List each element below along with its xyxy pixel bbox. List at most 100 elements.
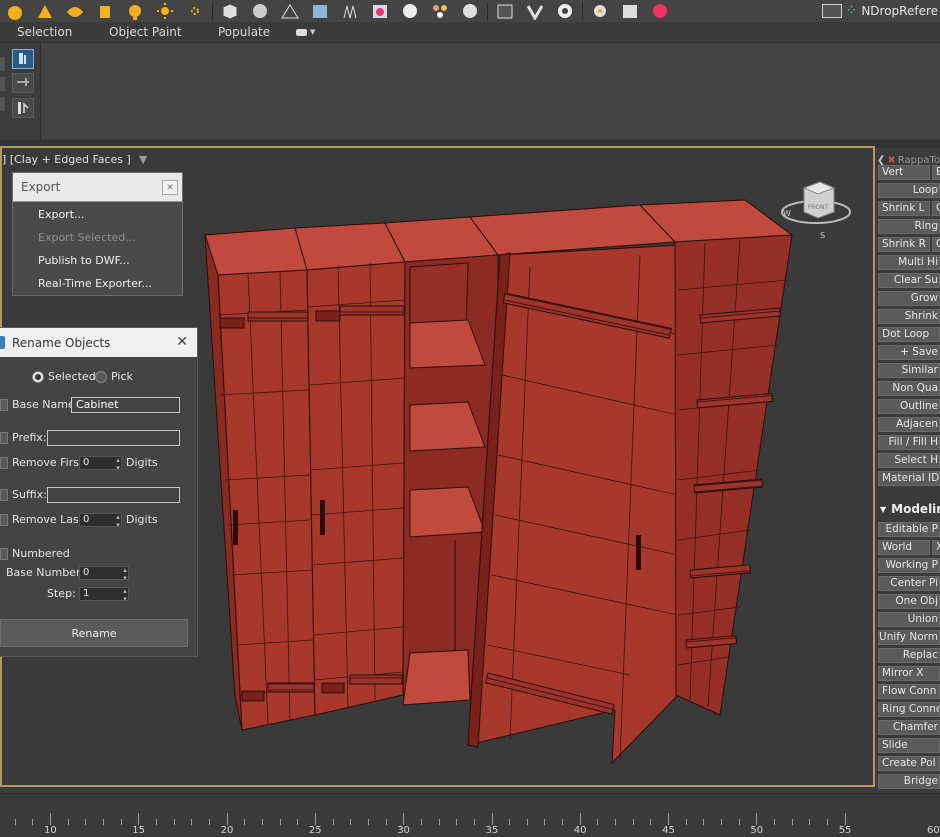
vray-icon[interactable] bbox=[490, 0, 520, 22]
rp-button-vert[interactable]: Vert bbox=[878, 165, 930, 180]
remove-last-spinner[interactable]: 0 bbox=[79, 513, 122, 529]
ndrop-reference[interactable]: ⁘ NDropRefere bbox=[821, 0, 940, 22]
radio-dot-icon[interactable] bbox=[95, 370, 107, 383]
rp-button-working-p[interactable]: Working P bbox=[878, 558, 940, 573]
settings-icon[interactable] bbox=[550, 0, 580, 22]
rp-button-secondary[interactable]: Edge bbox=[932, 165, 940, 180]
close-icon[interactable]: ✕ bbox=[176, 334, 188, 350]
prefix-checkbox[interactable] bbox=[0, 431, 8, 444]
remove-first-checkbox[interactable] bbox=[0, 456, 8, 469]
rp-button-one-obj[interactable]: One Obj bbox=[878, 594, 940, 609]
material-icon[interactable] bbox=[455, 0, 485, 22]
rp-button-editable-p[interactable]: Editable P bbox=[878, 522, 940, 537]
light-icon[interactable] bbox=[30, 0, 60, 22]
numbered-checkbox[interactable] bbox=[0, 547, 8, 560]
radio-pick[interactable]: Pick bbox=[95, 370, 133, 383]
rp-button-non-qua[interactable]: Non Qua bbox=[878, 381, 940, 396]
render-icon[interactable] bbox=[615, 0, 645, 22]
rp-button-center-pi[interactable]: Center Pi bbox=[878, 576, 940, 591]
timeline-ruler[interactable]: 10 15 20 25 30 35 40 45 50 55 60 bbox=[0, 793, 940, 837]
cabinet-model[interactable] bbox=[200, 195, 800, 770]
suffix-checkbox[interactable] bbox=[0, 488, 8, 501]
sphere-shade-icon[interactable] bbox=[395, 0, 425, 22]
remove-last-checkbox[interactable] bbox=[0, 513, 8, 526]
rp-button-unify-norm[interactable]: Unify Norm bbox=[878, 630, 940, 645]
rp-button-chamfer[interactable]: Chamfer bbox=[878, 720, 940, 735]
rp-button-secondary[interactable]: X bbox=[932, 540, 940, 555]
rp-button-ring-connect[interactable]: Ring Connect bbox=[878, 702, 940, 717]
ribbon-toggle-button[interactable]: ▼ bbox=[296, 26, 322, 38]
rp-button-select-h[interactable]: Select H bbox=[878, 453, 940, 468]
sphere-icon[interactable] bbox=[0, 0, 30, 22]
menu-item-publish-dwf[interactable]: Publish to DWF... bbox=[13, 249, 182, 272]
step-spinner[interactable]: 1 bbox=[79, 587, 129, 603]
rp-button-create-pol[interactable]: Create Pol bbox=[878, 756, 940, 771]
rp-button-secondary[interactable]: G bbox=[932, 201, 940, 216]
rp-button-adjacen[interactable]: Adjacen bbox=[878, 417, 940, 432]
rp-button-grow[interactable]: Grow bbox=[878, 291, 940, 306]
rp-button--save[interactable]: + Save bbox=[878, 345, 940, 360]
sun-light-icon[interactable] bbox=[150, 0, 180, 22]
rp-button-clear-su[interactable]: Clear Su bbox=[878, 273, 940, 288]
rp-button-secondary[interactable]: G bbox=[932, 237, 940, 252]
modeling-section-header[interactable]: ▼ Modeling bbox=[877, 500, 940, 518]
gear-icon[interactable] bbox=[585, 0, 615, 22]
base-name-checkbox[interactable] bbox=[0, 398, 8, 411]
rp-button-mirror-x[interactable]: Mirror X bbox=[878, 666, 940, 681]
tab-selection[interactable]: Selection bbox=[17, 25, 72, 39]
rp-button-similar[interactable]: Similar bbox=[878, 363, 940, 378]
particles-icon[interactable] bbox=[425, 0, 455, 22]
rp-button-flow-conn[interactable]: Flow Conn bbox=[878, 684, 940, 699]
rp-button-bridge[interactable]: Bridge bbox=[878, 774, 940, 789]
radio-dot-icon[interactable] bbox=[32, 370, 44, 383]
base-number-spinner[interactable]: 0 bbox=[79, 566, 129, 582]
suffix-input[interactable] bbox=[47, 487, 180, 503]
align-tool-button[interactable] bbox=[12, 73, 34, 93]
menu-item-realtime-exporter[interactable]: Real-Time Exporter... bbox=[13, 272, 182, 295]
rp-button-shrink[interactable]: Shrink bbox=[878, 309, 940, 324]
vray-logo-icon[interactable] bbox=[520, 0, 550, 22]
scatter-icon[interactable] bbox=[305, 0, 335, 22]
cube-icon[interactable] bbox=[215, 0, 245, 22]
rp-button-material-id[interactable]: Material ID bbox=[878, 471, 940, 486]
remove-first-spinner[interactable]: 0 bbox=[79, 456, 122, 472]
rp-button-dot-loop[interactable]: Dot Loop bbox=[878, 327, 940, 342]
rp-button-ring[interactable]: Ring bbox=[878, 219, 940, 234]
tab-object-paint[interactable]: Object Paint bbox=[109, 25, 182, 39]
grid-icon[interactable] bbox=[821, 4, 842, 18]
collapse-icon[interactable]: ❮ bbox=[877, 155, 885, 166]
terrain-icon[interactable] bbox=[275, 0, 305, 22]
particles-icon[interactable]: ⁘ bbox=[846, 3, 858, 19]
rp-button-world[interactable]: World bbox=[878, 540, 930, 555]
fire-icon[interactable] bbox=[365, 0, 395, 22]
select-tool-button[interactable] bbox=[12, 49, 34, 69]
prefix-input[interactable] bbox=[47, 430, 180, 446]
base-name-input[interactable]: Cabinet bbox=[71, 397, 180, 413]
pivot-tool-button[interactable] bbox=[12, 98, 34, 118]
geometry-icon[interactable] bbox=[90, 0, 120, 22]
rp-button-shrink-r[interactable]: Shrink R bbox=[878, 237, 930, 252]
grass-icon[interactable] bbox=[335, 0, 365, 22]
sun-burst-icon[interactable] bbox=[180, 0, 210, 22]
rp-button-replac[interactable]: Replac bbox=[878, 648, 940, 663]
radio-selected[interactable]: Selected bbox=[32, 370, 96, 383]
flower-icon[interactable] bbox=[120, 0, 150, 22]
sun-icon[interactable] bbox=[60, 0, 90, 22]
rp-button-slide[interactable]: Slide bbox=[878, 738, 940, 753]
menu-item-export[interactable]: Export... bbox=[13, 203, 182, 226]
rp-button-union[interactable]: Union bbox=[878, 612, 940, 627]
smoothing-icon[interactable] bbox=[245, 0, 275, 22]
filter-icon[interactable]: ▼ bbox=[139, 153, 147, 166]
rp-button-shrink-l[interactable]: Shrink L bbox=[878, 201, 930, 216]
rp-button-loop[interactable]: Loop bbox=[878, 183, 940, 198]
tab-populate[interactable]: Populate bbox=[218, 25, 270, 39]
rp-button-outline[interactable]: Outline bbox=[878, 399, 940, 414]
viewcube[interactable]: FRONT W S bbox=[778, 176, 854, 242]
rename-button[interactable]: Rename bbox=[0, 619, 188, 647]
vray-frame-icon[interactable] bbox=[645, 0, 675, 22]
close-icon[interactable]: ✕ bbox=[162, 180, 178, 195]
viewport-shading-label[interactable]: ] [Clay + Edged Faces ] bbox=[2, 153, 131, 166]
rp-button-multi-hi[interactable]: Multi Hi bbox=[878, 255, 940, 270]
viewport-label[interactable]: ] [Clay + Edged Faces ] ▼ bbox=[2, 153, 147, 166]
rp-button-fill-fill-h[interactable]: Fill / Fill H bbox=[878, 435, 940, 450]
